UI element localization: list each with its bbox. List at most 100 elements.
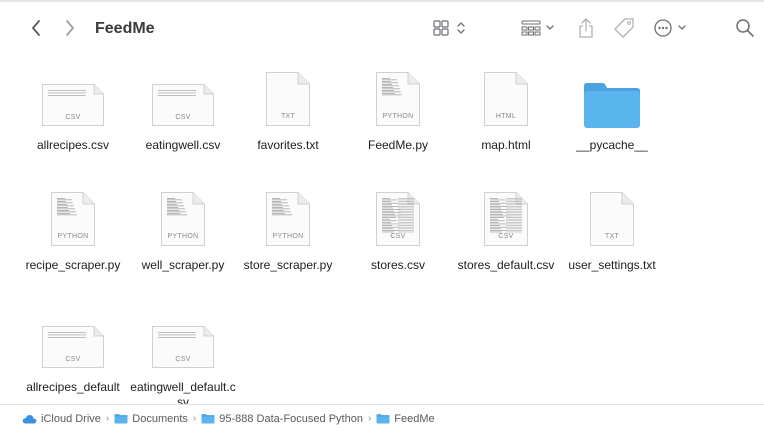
file-type-label: PYTHON — [167, 233, 199, 240]
path-bar: iCloud Drive › Documents › 95-888 Data-Focus… — [0, 404, 764, 432]
file-item[interactable]: CSV eatingwell.csv — [127, 64, 239, 153]
file-item[interactable]: PYTHON store_scraper.py — [232, 184, 344, 273]
back-button[interactable] — [24, 16, 48, 40]
group-by-button[interactable] — [518, 16, 560, 40]
file-thumbnail: CSV — [342, 184, 454, 250]
path-separator-icon: › — [192, 413, 197, 424]
txt-file-icon: TXT — [266, 72, 310, 126]
file-name: stores.csv — [370, 258, 425, 272]
file-item[interactable]: CSV eatingwell_default.csv — [127, 306, 239, 404]
file-item[interactable]: HTML map.html — [450, 64, 562, 153]
file-type-label: CSV — [65, 356, 81, 363]
file-name: store_scraper.py — [243, 258, 333, 272]
more-icon — [654, 19, 686, 37]
share-icon — [579, 18, 593, 38]
file-item[interactable]: CSV allrecipes.csv — [17, 64, 129, 153]
path-separator-icon: › — [105, 413, 110, 424]
window-title: FeedMe — [95, 20, 155, 37]
chevron-left-icon — [32, 20, 40, 36]
more-actions-button[interactable] — [652, 16, 692, 40]
file-name: well_scraper.py — [141, 258, 225, 272]
folder-icon — [376, 414, 390, 424]
path-crumb[interactable]: Documents — [114, 413, 188, 425]
file-thumbnail: PYTHON — [17, 184, 129, 250]
file-type-label: HTML — [495, 113, 517, 120]
file-name: stores_default.csv — [457, 258, 555, 272]
csv-file-icon: CSV — [484, 192, 528, 246]
path-crumb-label: FeedMe — [394, 412, 435, 425]
file-type-label: CSV — [175, 356, 191, 363]
file-type-label: PYTHON — [272, 233, 304, 240]
folder-icon — [201, 414, 215, 424]
search-icon — [736, 19, 754, 37]
file-item[interactable]: CSV allrecipes_default — [17, 306, 129, 395]
file-name: favorites.txt — [257, 138, 319, 152]
file-name: eatingwell.csv — [145, 138, 221, 152]
file-thumbnail: CSV — [127, 306, 239, 372]
python-file-icon: PYTHON — [161, 192, 205, 246]
file-thumbnail: HTML — [450, 64, 562, 130]
csv-file-icon: CSV — [152, 326, 214, 368]
file-thumbnail: CSV — [450, 184, 562, 250]
file-name: map.html — [481, 138, 531, 152]
folder-icon — [582, 80, 642, 130]
file-item[interactable]: CSV stores_default.csv — [450, 184, 562, 273]
html-file-icon: HTML — [484, 72, 528, 126]
csv-file-icon: CSV — [376, 192, 420, 246]
python-file-icon: PYTHON — [51, 192, 95, 246]
file-item[interactable]: PYTHON FeedMe.py — [342, 64, 454, 153]
path-crumb-label: iCloud Drive — [41, 412, 101, 425]
chevron-right-icon — [66, 20, 74, 36]
file-type-label: CSV — [390, 233, 406, 240]
share-button[interactable] — [574, 14, 598, 42]
file-type-label: TXT — [604, 233, 620, 240]
path-crumb-label: 95-888 Data-Focused Python — [219, 412, 363, 425]
txt-file-icon: TXT — [590, 192, 634, 246]
icon-view-icon — [433, 20, 465, 36]
file-item[interactable]: PYTHON recipe_scraper.py — [17, 184, 129, 273]
file-thumbnail: PYTHON — [232, 184, 344, 250]
file-name: FeedMe.py — [367, 138, 429, 152]
file-grid: CSV allrecipes.csv CSV eatingwell.csv TXT f… — [0, 54, 764, 404]
icloud-icon — [22, 414, 37, 423]
folder-icon — [114, 414, 128, 424]
path-crumb[interactable]: FeedMe — [376, 412, 435, 425]
file-item[interactable]: TXT favorites.txt — [232, 64, 344, 153]
file-thumbnail: PYTHON — [127, 184, 239, 250]
file-item[interactable]: PYTHON well_scraper.py — [127, 184, 239, 273]
search-button[interactable] — [733, 16, 757, 40]
file-item[interactable]: CSV stores.csv — [342, 184, 454, 273]
python-file-icon: PYTHON — [266, 192, 310, 246]
csv-file-icon: CSV — [152, 84, 214, 126]
tag-button[interactable] — [612, 16, 636, 40]
file-type-label: CSV — [175, 114, 191, 121]
file-thumbnail: CSV — [17, 64, 129, 130]
file-thumbnail — [556, 64, 668, 130]
csv-file-icon: CSV — [42, 326, 104, 368]
group-by-icon — [521, 20, 554, 36]
file-item[interactable]: TXT user_settings.txt — [556, 184, 668, 273]
tag-icon — [614, 18, 634, 38]
path-crumb-label: Documents — [132, 412, 188, 425]
file-name: allrecipes_default — [26, 380, 120, 394]
python-file-icon: PYTHON — [376, 72, 420, 126]
file-type-label: CSV — [65, 114, 81, 121]
file-name: recipe_scraper.py — [25, 258, 121, 272]
path-crumb[interactable]: 95-888 Data-Focused Python — [201, 413, 363, 425]
file-name: allrecipes.csv — [36, 138, 110, 152]
view-mode-button[interactable] — [430, 16, 470, 40]
path-crumb[interactable]: iCloud Drive — [22, 413, 101, 425]
file-type-label: PYTHON — [57, 233, 89, 240]
folder-item[interactable]: __pycache__ — [556, 64, 668, 153]
file-type-label: TXT — [280, 113, 296, 120]
path-separator-icon: › — [367, 413, 372, 424]
file-name: user_settings.txt — [568, 258, 656, 272]
file-type-label: PYTHON — [382, 113, 414, 120]
file-thumbnail: TXT — [556, 184, 668, 250]
file-thumbnail: PYTHON — [342, 64, 454, 130]
toolbar: FeedMe — [0, 2, 764, 54]
file-name: eatingwell_default.csv — [130, 380, 236, 404]
file-thumbnail: CSV — [127, 64, 239, 130]
forward-button[interactable] — [58, 16, 82, 40]
file-name: __pycache__ — [576, 138, 648, 152]
